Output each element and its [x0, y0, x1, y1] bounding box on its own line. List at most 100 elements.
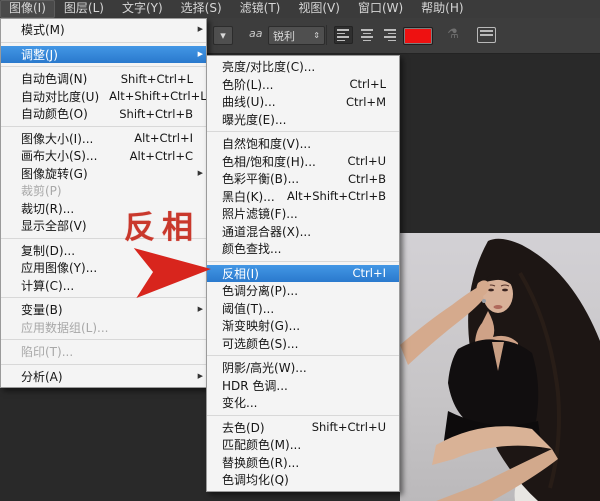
menu-item-label: 自然饱和度(V)... — [222, 137, 312, 152]
image-menu-item-9[interactable]: 画布大小(S)... Alt+Ctrl+C — [1, 147, 206, 165]
adjust-menu-separator — [207, 414, 399, 416]
annotation-arrow-icon — [133, 248, 211, 298]
menu-item-shortcut: Alt+Ctrl+I — [134, 131, 193, 146]
menu-item-label: 色调分离(P)... — [222, 284, 299, 299]
align-center-button[interactable] — [357, 26, 376, 44]
warp-text-icon: ⚗ — [447, 27, 459, 42]
adjust-menu-item-10[interactable]: 通道混合器(X)... — [207, 223, 399, 241]
image-menu-item-19[interactable]: 变量(B) ▶ — [1, 301, 206, 319]
image-menu-item-8[interactable]: 图像大小(I)... Alt+Ctrl+I — [1, 130, 206, 148]
menubar-item-3[interactable]: 选择(S) — [172, 0, 231, 18]
photoshop-window: 图像(I) 图层(L) 文字(Y) 选择(S) 滤镜(T) 视图(V) 窗口(W) 帮助(H)… — [0, 0, 600, 501]
adjust-menu-item-8[interactable]: 黑白(K)... Alt+Shift+Ctrl+B — [207, 188, 399, 206]
menu-item-label: 自动颜色(O) — [21, 107, 88, 122]
submenu-arrow-icon: ▶ — [197, 305, 203, 314]
align-left-button[interactable] — [334, 26, 353, 44]
adjust-menu-item-13[interactable]: 反相(I) Ctrl+I — [207, 264, 399, 282]
menu-item-label: 阈值(T)... — [222, 301, 275, 316]
menu-item-label: 去色(D) — [222, 420, 265, 435]
adjust-menu-separator — [207, 260, 399, 262]
portrait-photo — [400, 233, 600, 501]
menu-item-shortcut: Ctrl+U — [347, 154, 386, 169]
adjust-menu-separator — [207, 355, 399, 356]
antialias-method-value: 锐利 — [273, 29, 295, 43]
menubar-item-4[interactable]: 滤镜(T) — [231, 0, 290, 18]
image-menu-item-24[interactable]: 分析(A) ▶ — [1, 368, 206, 386]
photo-canvas[interactable] — [400, 233, 600, 501]
menubar-item-2[interactable]: 文字(Y) — [113, 0, 172, 18]
menu-item-label: 变化... — [222, 396, 258, 411]
menu-item-label: 曝光度(E)... — [222, 112, 287, 127]
adjust-menu-item-9[interactable]: 照片滤镜(F)... — [207, 205, 399, 223]
adjust-menu-item-16[interactable]: 渐变映射(G)... — [207, 317, 399, 335]
align-right-button[interactable] — [380, 26, 399, 44]
toggle-panels-icon[interactable] — [477, 27, 496, 43]
menu-item-label: 画布大小(S)... — [21, 149, 98, 164]
menubar-item-0[interactable]: 图像(I) — [0, 0, 55, 18]
menu-item-label: 色阶(L)... — [222, 77, 274, 92]
menubar-item-1[interactable]: 图层(L) — [55, 0, 113, 18]
adjust-menu-item-1[interactable]: 色阶(L)... Ctrl+L — [207, 76, 399, 94]
adjust-menu-separator — [207, 131, 399, 132]
image-menu-item-5[interactable]: 自动对比度(U) Alt+Shift+Ctrl+L — [1, 88, 206, 106]
adjust-menu-item-5[interactable]: 自然饱和度(V)... — [207, 135, 399, 153]
image-menu-item-0[interactable]: 模式(M) ▶ — [1, 21, 206, 39]
menu-item-label: 模式(M) — [21, 23, 65, 38]
menu-item-label: 反相(I) — [222, 266, 259, 281]
adjust-menu-item-14[interactable]: 色调分离(P)... — [207, 282, 399, 300]
image-menu-item-6[interactable]: 自动颜色(O) Shift+Ctrl+B — [1, 105, 206, 123]
menu-item-label: 颜色查找... — [222, 242, 282, 257]
menubar: 图像(I) 图层(L) 文字(Y) 选择(S) 滤镜(T) 视图(V) 窗口(W) 帮助(H) — [0, 0, 600, 18]
menu-item-label: 替换颜色(R)... — [222, 455, 300, 470]
adjust-menu-item-2[interactable]: 曲线(U)... Ctrl+M — [207, 93, 399, 111]
chevron-down-icon: ▾ — [220, 29, 226, 42]
adjust-menu-item-20[interactable]: HDR 色调... — [207, 377, 399, 395]
menu-item-shortcut: Alt+Ctrl+C — [129, 148, 193, 163]
image-menu-item-10[interactable]: 图像旋转(G) ▶ — [1, 165, 206, 183]
adjust-menu-item-11[interactable]: 颜色查找... — [207, 240, 399, 258]
adjust-menu-item-3[interactable]: 曝光度(E)... — [207, 111, 399, 129]
adjust-menu-item-19[interactable]: 阴影/高光(W)... — [207, 359, 399, 377]
menu-item-shortcut: Ctrl+L — [349, 77, 386, 92]
menu-item-label: 调整(J) — [21, 47, 58, 62]
image-menu-item-20: 应用数据组(L)... — [1, 319, 206, 337]
submenu-arrow-icon: ▶ — [197, 49, 203, 58]
preset-dropdown-button[interactable]: ▾ — [213, 26, 233, 45]
menu-item-label: 黑白(K)... — [222, 189, 275, 204]
image-menu-separator — [1, 41, 206, 43]
menu-item-label: 自动对比度(U) — [21, 89, 100, 104]
adjust-menu-item-24[interactable]: 匹配颜色(M)... — [207, 436, 399, 454]
menu-item-shortcut: Ctrl+I — [352, 266, 387, 281]
adjust-menu-item-17[interactable]: 可选颜色(S)... — [207, 335, 399, 353]
adjust-menu-item-6[interactable]: 色相/饱和度(H)... Ctrl+U — [207, 153, 399, 171]
image-menu-separator — [1, 339, 206, 340]
antialias-method-select[interactable]: 锐利 ⇕ — [268, 26, 325, 45]
menu-item-shortcut: Ctrl+M — [345, 94, 386, 109]
menu-item-label: 陷印(T)... — [21, 345, 74, 360]
menubar-item-6[interactable]: 窗口(W) — [349, 0, 412, 18]
adjust-menu-item-23[interactable]: 去色(D) Shift+Ctrl+U — [207, 419, 399, 437]
menu-item-label: 自动色调(N) — [21, 72, 88, 87]
menu-item-shortcut: Alt+Shift+Ctrl+B — [287, 189, 386, 204]
menu-item-label: 分析(A) — [21, 369, 63, 384]
text-color-swatch[interactable] — [403, 27, 433, 45]
adjust-menu-item-7[interactable]: 色彩平衡(B)... Ctrl+B — [207, 170, 399, 188]
adjust-menu-item-25[interactable]: 替换颜色(R)... — [207, 454, 399, 472]
image-menu-item-2[interactable]: 调整(J) ▶ — [1, 45, 206, 63]
adjust-menu-item-26[interactable]: 色调均化(Q) — [207, 471, 399, 489]
adjust-menu-item-21[interactable]: 变化... — [207, 394, 399, 412]
menu-item-label: 应用数据组(L)... — [21, 320, 109, 335]
menu-item-label: 可选颜色(S)... — [222, 336, 299, 351]
menu-item-label: 图像旋转(G) — [21, 166, 88, 181]
menu-item-label: 亮度/对比度(C)... — [222, 60, 316, 75]
menu-item-label: 图像大小(I)... — [21, 131, 94, 146]
menu-item-label: 曲线(U)... — [222, 95, 276, 110]
menubar-item-7[interactable]: 帮助(H) — [412, 0, 472, 18]
menubar-item-5[interactable]: 视图(V) — [289, 0, 349, 18]
menu-item-label: 匹配颜色(M)... — [222, 438, 302, 453]
image-menu-item-4[interactable]: 自动色调(N) Shift+Ctrl+L — [1, 70, 206, 88]
adjust-menu-item-15[interactable]: 阈值(T)... — [207, 300, 399, 318]
adjust-menu-item-0[interactable]: 亮度/对比度(C)... — [207, 58, 399, 76]
menu-item-label: 照片滤镜(F)... — [222, 207, 298, 222]
menu-item-label: 变量(B) — [21, 303, 63, 318]
